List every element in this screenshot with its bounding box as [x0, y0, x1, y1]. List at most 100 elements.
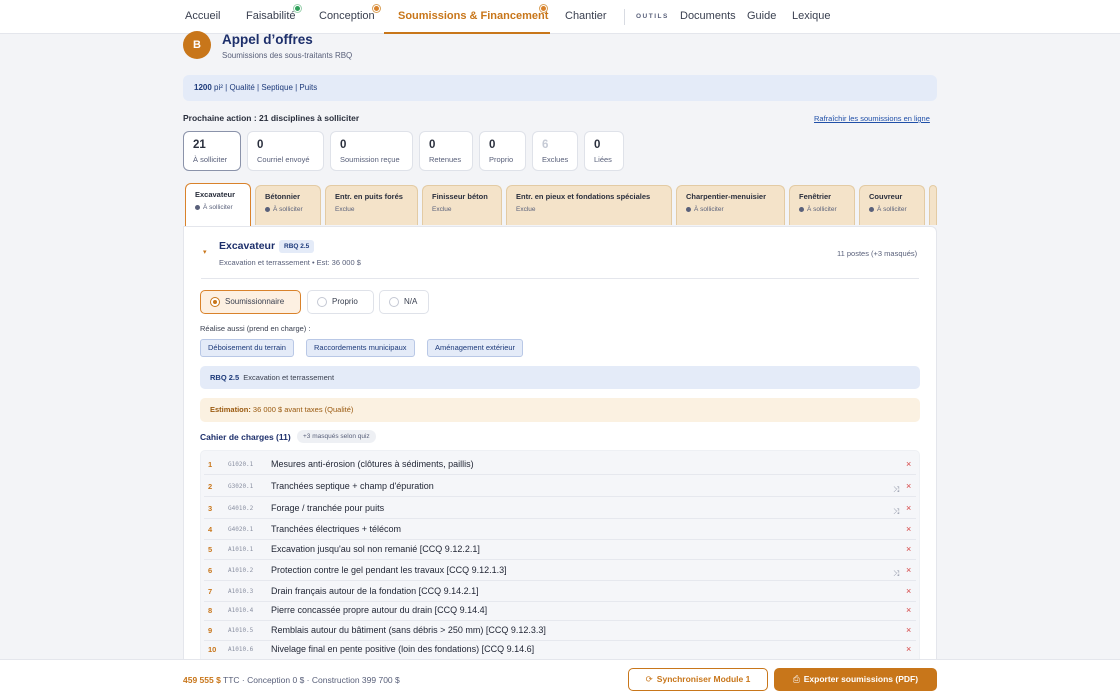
remove-icon[interactable]: ×: [906, 459, 911, 469]
list-item: 9 A1010.5 Remblais autour du bâtiment (san…: [200, 621, 920, 641]
tab-status: À solliciter: [686, 206, 784, 213]
stat-value: 0: [340, 139, 347, 151]
tab-entr-puits-fores[interactable]: Entr. en puits forés Exclue: [325, 185, 418, 225]
tab-title: Finisseur béton: [432, 192, 488, 201]
stat-label: Courriel envoyé: [257, 155, 310, 164]
postes-count: 11 postes (+3 masqués): [837, 249, 918, 258]
nav-chantier[interactable]: Chantier: [565, 0, 607, 34]
tab-status: À solliciter: [799, 206, 854, 213]
nav-soumissions-financement[interactable]: Soumissions & Financement: [384, 0, 550, 34]
list-item: 3 G4010.2 Forage / tranchée pour puits ⤨ ×: [200, 499, 920, 519]
footer-bar: [0, 659, 1120, 700]
nav-faisabilite[interactable]: Faisabilité: [246, 0, 296, 34]
remove-icon[interactable]: ×: [906, 544, 911, 554]
stat-exclues[interactable]: 6 Exclues: [532, 131, 578, 171]
nav-documents[interactable]: Documents: [680, 0, 736, 34]
stat-label: Liées: [594, 155, 612, 164]
export-pdf-button[interactable]: ⎙ Exporter soumissions (PDF): [774, 668, 937, 691]
list-item: 10 A1010.6 Nivelage final en pente positiv…: [208, 644, 912, 654]
tab-entr-pieux-fondations[interactable]: Entr. en pieux et fondations spéciales Ex…: [506, 185, 672, 225]
stat-a-solliciter[interactable]: 21 À solliciter: [183, 131, 241, 171]
project-info-bar: 1200 pi² | Qualité | Septique | Puits: [183, 75, 937, 101]
chip-raccordements[interactable]: Raccordements municipaux: [306, 339, 415, 357]
remove-icon[interactable]: ×: [906, 481, 911, 491]
sync-label: Synchroniser Module 1: [656, 674, 751, 684]
tab-finisseur-beton[interactable]: Finisseur béton Exclue: [422, 185, 502, 225]
top-nav: Accueil Faisabilité Conception Soumissio…: [0, 0, 1120, 34]
refresh-icon: ⟳: [645, 674, 653, 684]
estimation-text: 36 000 $ avant taxes (Qualité): [250, 405, 354, 414]
printer-icon: ⎙: [792, 674, 800, 684]
refresh-link[interactable]: Rafraîchir les soumissions en ligne: [814, 114, 930, 123]
remove-icon[interactable]: ×: [906, 503, 911, 513]
tab-title: Bétonnier: [265, 192, 301, 201]
tab-excavateur[interactable]: Excavateur À solliciter: [185, 183, 251, 227]
stat-proprio[interactable]: 0 Proprio: [479, 131, 526, 171]
list-item: 8 A1010.4 Pierre concassée propre autour d…: [200, 601, 920, 621]
radio-icon: [317, 297, 327, 307]
nav-conception[interactable]: Conception: [319, 0, 375, 34]
tab-overflow[interactable]: [929, 185, 937, 225]
page-subtitle: Soumissions des sous-traitants RBQ: [222, 51, 353, 60]
shuffle-icon[interactable]: ⤨: [893, 507, 899, 517]
radio-icon: [389, 297, 399, 307]
stat-label: Proprio: [489, 155, 514, 164]
tab-status: Exclue: [516, 206, 536, 213]
list-item: 5 A1010.1 Excavation jusqu'au sol non rema…: [200, 540, 920, 560]
total-summary: 459 555 $ TTC · Conception 0 $ · Constru…: [183, 675, 400, 685]
option-proprio[interactable]: Proprio: [307, 290, 374, 314]
remove-icon[interactable]: ×: [906, 565, 911, 575]
shuffle-icon[interactable]: ⤨: [893, 485, 899, 495]
option-label: N/A: [404, 297, 418, 306]
remove-icon[interactable]: ×: [906, 586, 911, 596]
option-label: Proprio: [332, 297, 358, 306]
tab-fenetrier[interactable]: Fenêtrier À solliciter: [789, 185, 855, 225]
next-action: Prochaine action : 21 disciplines à soll…: [183, 113, 360, 123]
tab-title: Couvreur: [869, 192, 903, 201]
tab-status: À solliciter: [195, 204, 250, 211]
also-label: Réalise aussi (prend en charge) :: [200, 324, 311, 333]
shuffle-icon[interactable]: ⤨: [893, 569, 899, 579]
chip-amenagement[interactable]: Aménagement extérieur: [427, 339, 524, 357]
stat-value: 0: [429, 139, 436, 151]
status-dot-icon: [294, 5, 301, 12]
remove-icon[interactable]: ×: [906, 625, 911, 635]
step-badge: B: [183, 31, 211, 59]
rbq-bar: RBQ 2.5 Excavation et terrassement: [200, 366, 920, 389]
nav-divider: [624, 9, 625, 25]
stat-label: Exclues: [542, 155, 569, 164]
area-value: 1200: [194, 83, 212, 92]
total-amount: 459 555 $: [183, 675, 221, 685]
tab-title: Fenêtrier: [799, 192, 832, 201]
option-soumissionnaire[interactable]: Soumissionnaire: [200, 290, 301, 314]
nav-guide[interactable]: Guide: [747, 0, 776, 34]
stat-value: 21: [193, 139, 206, 151]
stat-label: Soumission reçue: [340, 155, 400, 164]
stat-label: À solliciter: [193, 155, 228, 164]
tab-title: Charpentier-menuisier: [686, 192, 767, 201]
stat-soumission-recue[interactable]: 0 Soumission reçue: [330, 131, 413, 171]
nav-lexique[interactable]: Lexique: [792, 0, 831, 34]
rbq-text: Excavation et terrassement: [243, 373, 335, 382]
status-dot-icon: [540, 5, 547, 12]
stat-courriel-envoye[interactable]: 0 Courriel envoyé: [247, 131, 324, 171]
tab-betonnier[interactable]: Bétonnier À solliciter: [255, 185, 321, 225]
collapse-caret-icon[interactable]: ▾: [203, 248, 207, 256]
option-na[interactable]: N/A: [379, 290, 429, 314]
status-dot-icon: [373, 5, 380, 12]
tab-status: À solliciter: [869, 206, 924, 213]
stat-liees[interactable]: 0 Liées: [584, 131, 624, 171]
stat-retenues[interactable]: 0 Retenues: [419, 131, 473, 171]
rbq-code: RBQ 2.5: [210, 373, 240, 382]
tab-charpentier-menuisier[interactable]: Charpentier-menuisier À solliciter: [676, 185, 785, 225]
remove-icon[interactable]: ×: [906, 524, 911, 534]
remove-icon[interactable]: ×: [906, 644, 911, 654]
stat-value: 6: [542, 139, 549, 151]
remove-icon[interactable]: ×: [906, 605, 911, 615]
export-label: Exporter soumissions (PDF): [803, 674, 919, 684]
tab-couvreur[interactable]: Couvreur À solliciter: [859, 185, 925, 225]
nav-accueil[interactable]: Accueil: [185, 0, 220, 34]
chip-deboisement[interactable]: Déboisement du terrain: [200, 339, 294, 357]
tab-title: Excavateur: [195, 190, 236, 199]
sync-module-button[interactable]: ⟳ Synchroniser Module 1: [628, 668, 768, 691]
